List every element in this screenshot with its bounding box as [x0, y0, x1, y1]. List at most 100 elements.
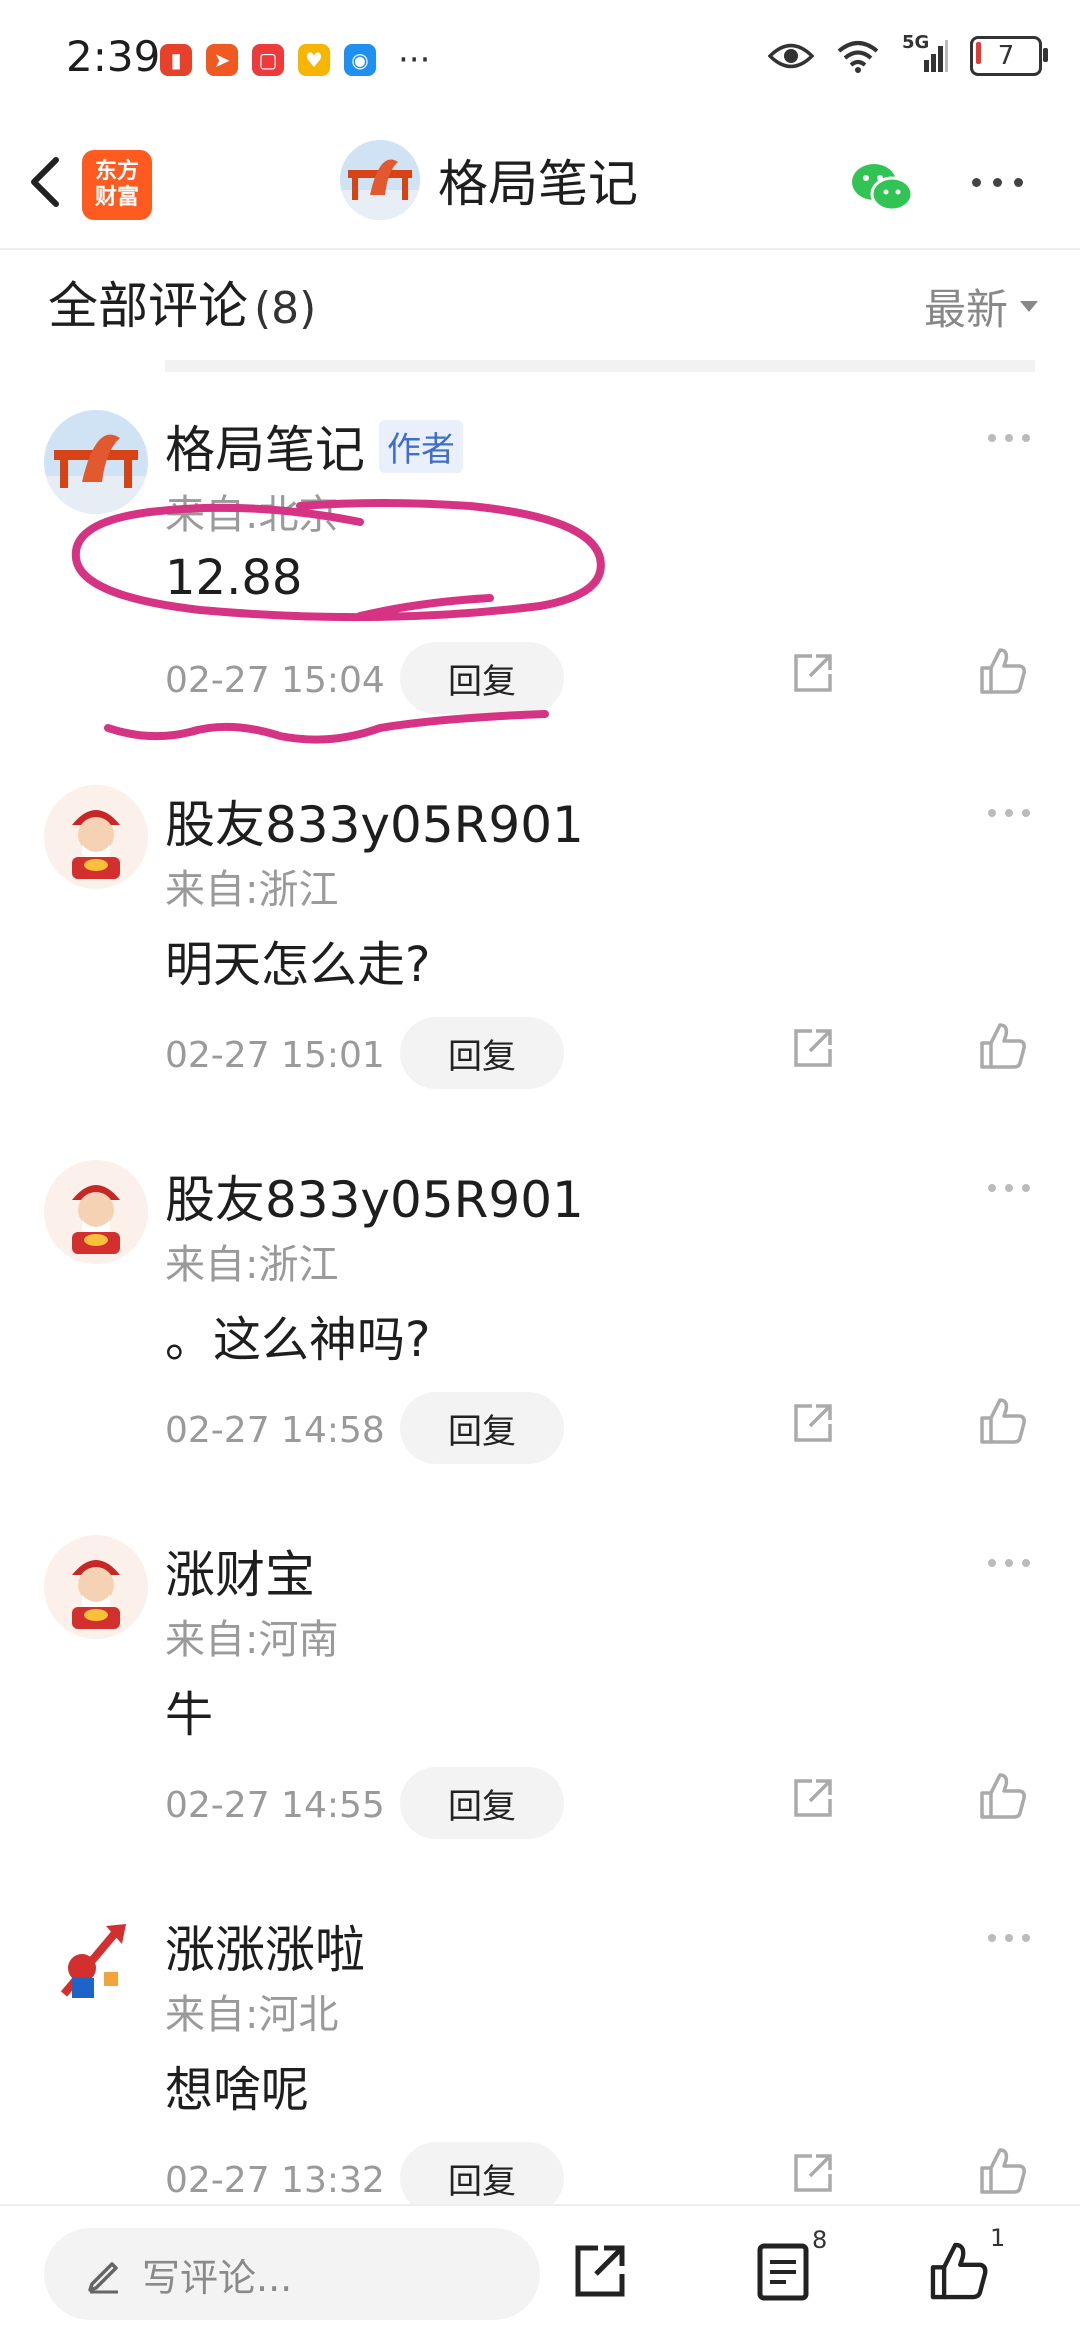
comment-count-badge: 8 — [812, 2226, 828, 2254]
reply-button[interactable]: 回复 — [400, 642, 564, 714]
wifi-icon — [837, 41, 879, 73]
share-button[interactable] — [570, 2242, 630, 2306]
thumbs-up-icon — [930, 2242, 988, 2300]
comment-time: 02-27 13:32 — [165, 2160, 385, 2201]
comment-time: 02-27 14:55 — [165, 1785, 385, 1826]
share-comment-button[interactable] — [790, 2150, 836, 2200]
back-button[interactable] — [18, 142, 78, 222]
brand-text: 东方 — [94, 159, 139, 184]
wechat-share-button[interactable] — [850, 160, 914, 220]
share-comment-button[interactable] — [790, 650, 836, 700]
comment-text: 牛 — [165, 1687, 214, 1743]
comment-username: 股友833y05R901 — [165, 1160, 584, 1232]
username[interactable]: 股友833y05R901 — [165, 785, 584, 857]
app-notification-icon: ▢ — [252, 44, 284, 76]
avatar[interactable] — [44, 785, 148, 889]
comment-location: 来自:浙江 — [165, 1242, 339, 1288]
username[interactable]: 格局笔记 — [165, 410, 365, 482]
more-options-button[interactable] — [972, 178, 1023, 187]
comment-time: 02-27 14:58 — [165, 1410, 385, 1451]
reply-button[interactable]: 回复 — [400, 1017, 564, 1089]
comment-location: 来自:浙江 — [165, 867, 339, 913]
nav-bar: 东方 财富 格局笔记 — [0, 120, 1080, 250]
dot-icon — [993, 178, 1002, 187]
profile-header[interactable]: 格局笔记 — [340, 140, 638, 220]
comment-more-button[interactable] — [988, 434, 1030, 442]
status-time: 2:39 — [66, 32, 161, 81]
comment-list-icon — [757, 2243, 809, 2301]
dot-icon — [972, 178, 981, 187]
comment-more-button[interactable] — [988, 809, 1030, 817]
share-icon — [794, 1779, 832, 1817]
reply-button[interactable]: 回复 — [400, 1392, 564, 1464]
comment-location: 来自:北京 — [165, 492, 339, 538]
comment-item: 股友833y05R901 来自:浙江 明天怎么走? 02-27 15:01 回复 — [0, 785, 1080, 1155]
comment-location: 来自:河北 — [165, 1992, 339, 2038]
avatar[interactable] — [44, 1160, 148, 1264]
like-article-button[interactable]: 1 — [928, 2224, 1005, 2306]
like-button[interactable] — [978, 1396, 1028, 1450]
status-bar: 2:39 ▮ ➤ ▢ ♥ ◉ ··· 5G 7 — [0, 0, 1080, 120]
comment-username: 涨财宝 — [165, 1535, 315, 1607]
like-button[interactable] — [978, 1771, 1028, 1825]
like-button[interactable] — [978, 646, 1028, 700]
comment-input[interactable]: 写评论... — [44, 2228, 540, 2320]
comment-input-placeholder: 写评论... — [142, 2255, 293, 2300]
username[interactable]: 涨涨涨啦 — [165, 1910, 365, 1982]
username[interactable]: 股友833y05R901 — [165, 1160, 584, 1232]
comment-text: 12.88 — [165, 550, 303, 606]
avatar[interactable] — [44, 1910, 148, 2014]
thumbs-up-icon — [980, 1398, 1026, 1444]
eye-icon — [768, 43, 814, 69]
comment-username: 格局笔记 作者 — [165, 410, 463, 482]
comment-username: 涨涨涨啦 — [165, 1910, 365, 1982]
avatar[interactable] — [44, 410, 148, 514]
comments-list-button[interactable]: 8 — [756, 2226, 827, 2306]
comment-item: 涨财宝 来自:河南 牛 02-27 14:55 回复 — [0, 1535, 1080, 1905]
wechat-icon — [852, 164, 914, 212]
comment-location: 来自:河南 — [165, 1617, 339, 1663]
comment-more-button[interactable] — [988, 1559, 1030, 1567]
brand-text: 财富 — [94, 185, 139, 210]
share-comment-button[interactable] — [790, 1025, 836, 1075]
like-count-badge: 1 — [990, 2224, 1006, 2252]
comment-text: 明天怎么走? — [165, 937, 431, 993]
comments-title: 全部评论 — [48, 277, 248, 335]
share-comment-button[interactable] — [790, 1775, 836, 1825]
comment-time: 02-27 15:01 — [165, 1035, 385, 1076]
comment-item: 股友833y05R901 来自:浙江 。这么神吗? 02-27 14:58 回复 — [0, 1160, 1080, 1530]
comment-username: 股友833y05R901 — [165, 785, 584, 857]
signal-icon: 5G — [902, 32, 948, 74]
comments-header: 全部评论 (8) 最新 — [48, 266, 1038, 346]
comment-more-button[interactable] — [988, 1184, 1030, 1192]
share-icon — [575, 2245, 625, 2297]
battery-level: 7 — [997, 41, 1015, 71]
eastmoney-logo[interactable]: 东方 财富 — [82, 150, 152, 220]
comment-text: 。这么神吗? — [165, 1312, 431, 1368]
like-button[interactable] — [978, 1021, 1028, 1075]
sort-label: 最新 — [923, 285, 1008, 334]
author-badge: 作者 — [379, 419, 463, 473]
username[interactable]: 涨财宝 — [165, 1535, 315, 1607]
notification-icons: ▮ ➤ ▢ ♥ ◉ ··· — [160, 43, 430, 77]
share-icon — [794, 654, 832, 692]
app-notification-icon: ▮ — [160, 44, 192, 76]
reply-button[interactable]: 回复 — [400, 1767, 564, 1839]
thumbs-up-icon — [980, 1023, 1026, 1069]
avatar[interactable] — [340, 140, 420, 220]
share-comment-button[interactable] — [790, 1400, 836, 1450]
comment-item: 格局笔记 作者 来自:北京 12.88 02-27 15:04 回复 — [0, 410, 1080, 780]
comments-count: (8) — [254, 283, 317, 334]
caret-down-icon — [1020, 301, 1038, 312]
comment-time: 02-27 15:04 — [165, 660, 385, 701]
app-notification-icon: ➤ — [206, 44, 238, 76]
sort-dropdown[interactable]: 最新 — [924, 276, 1038, 337]
bottom-action-bar: 写评论... 8 1 — [0, 2204, 1080, 2342]
thumbs-up-icon — [980, 648, 1026, 694]
thumbs-up-icon — [980, 1773, 1026, 1819]
avatar[interactable] — [44, 1535, 148, 1639]
comment-more-button[interactable] — [988, 1934, 1030, 1942]
share-icon — [794, 1029, 832, 1067]
share-icon — [794, 1404, 832, 1442]
like-button[interactable] — [978, 2146, 1028, 2200]
